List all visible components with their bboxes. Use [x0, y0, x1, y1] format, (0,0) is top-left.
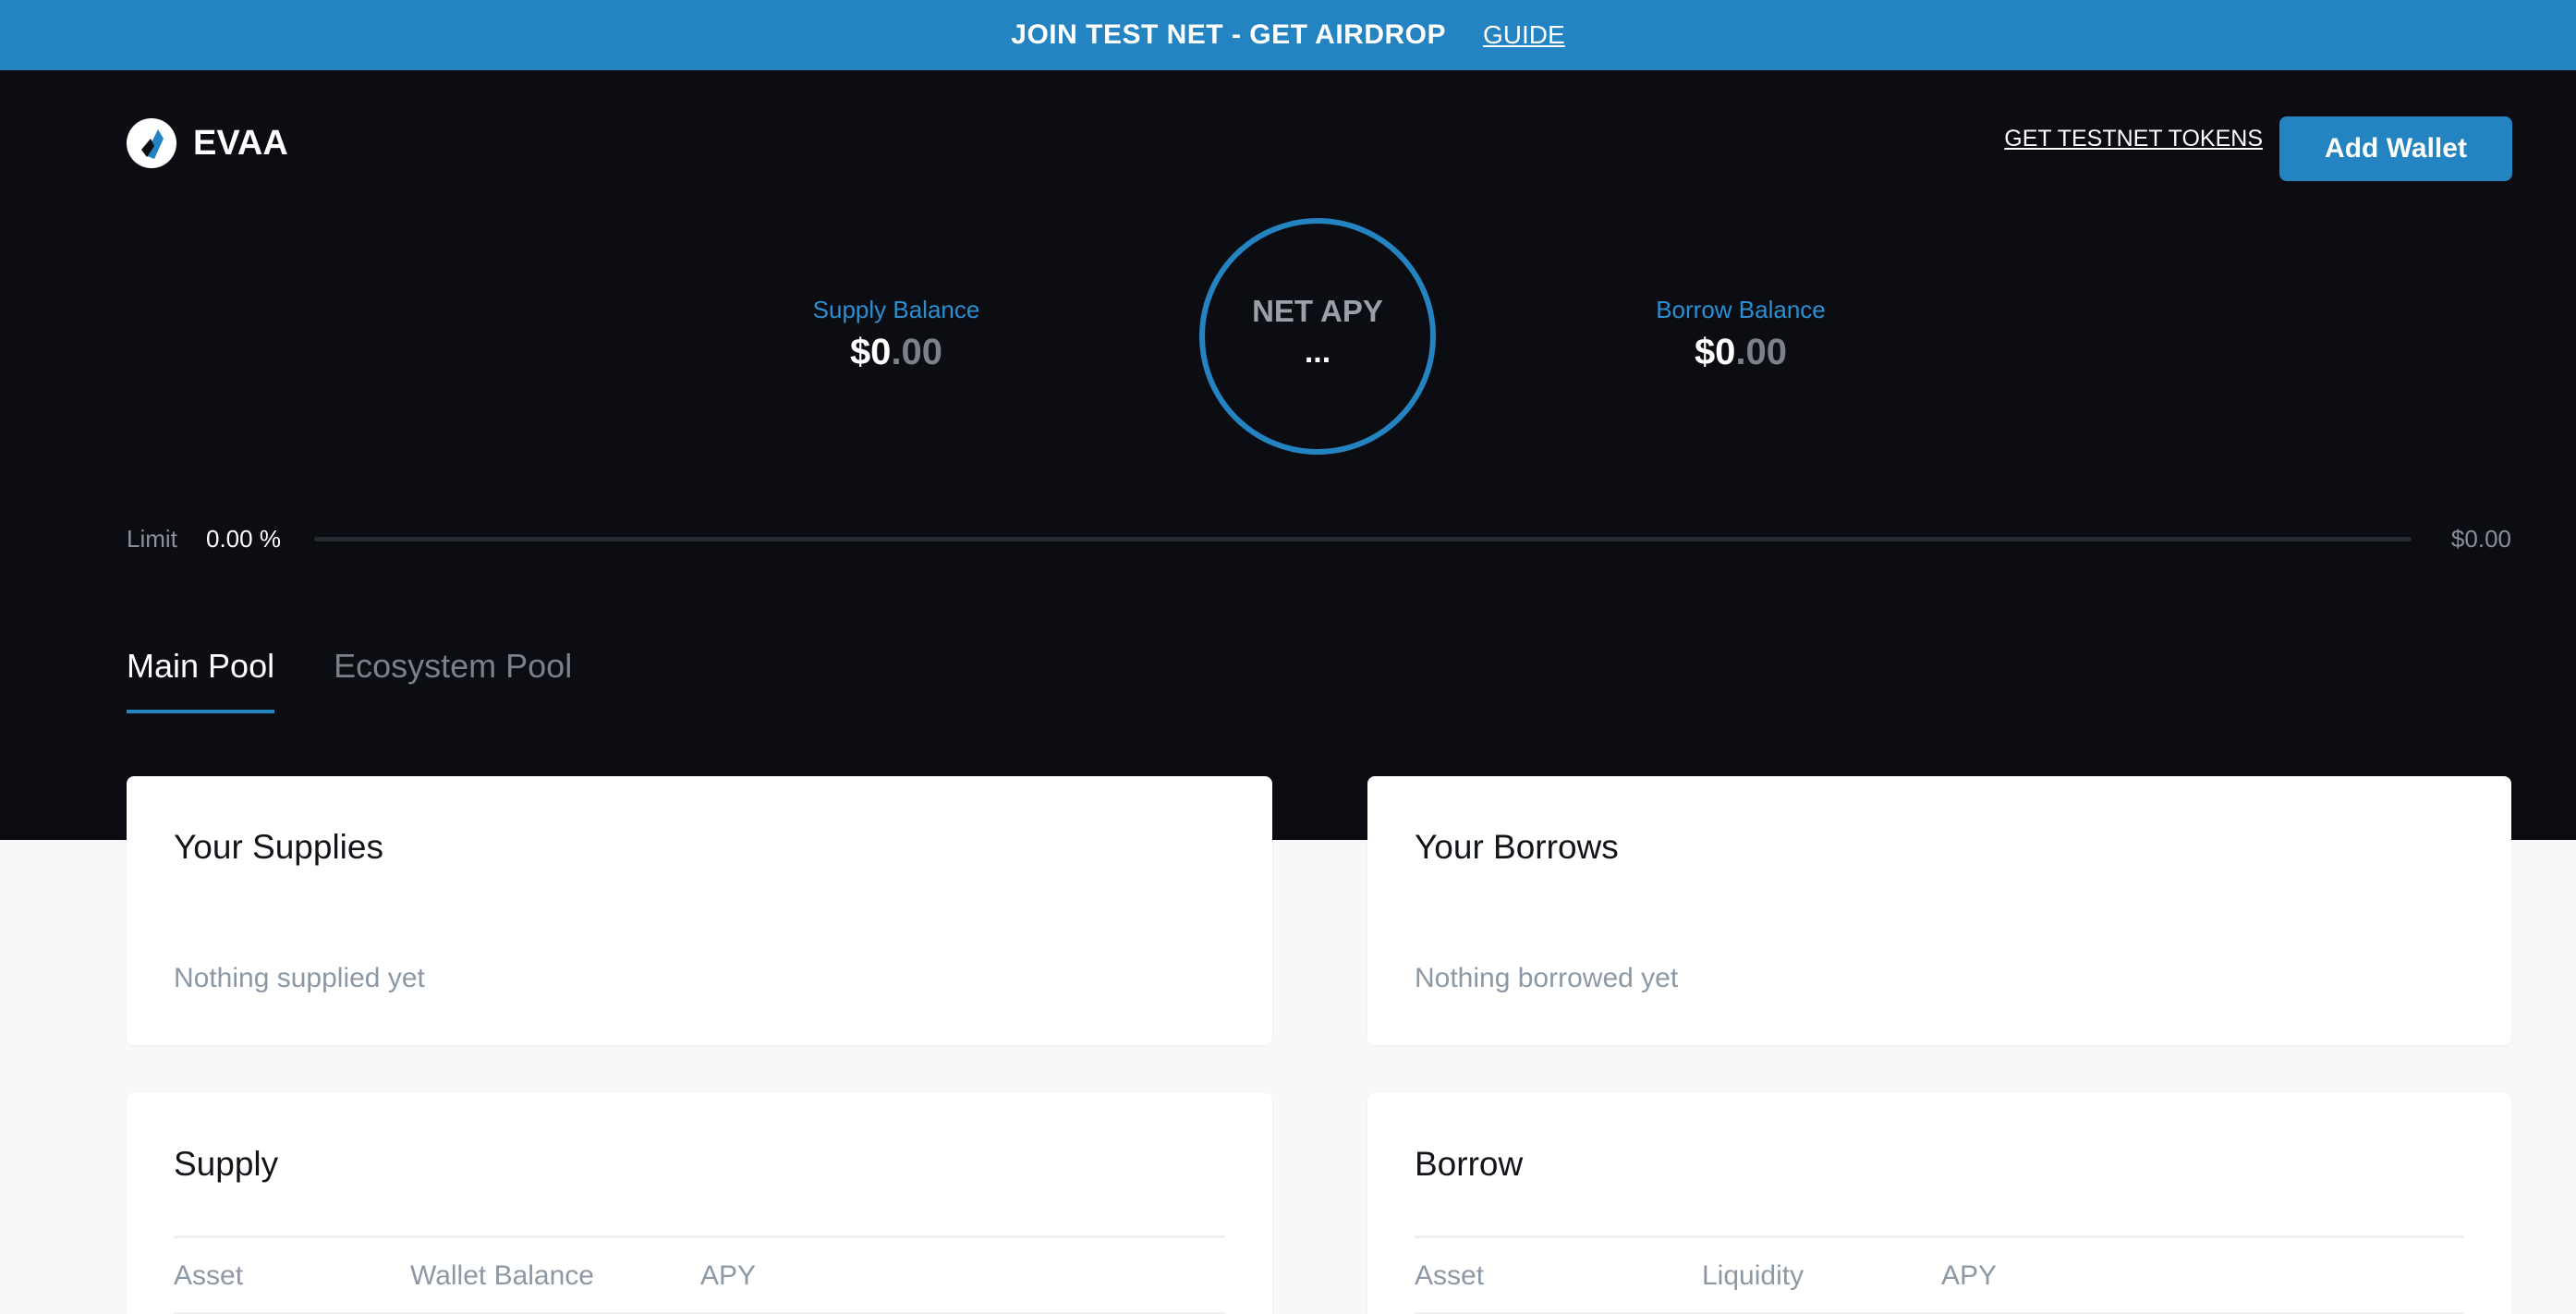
limit-percent: 0.00 %: [206, 525, 281, 553]
supply-balance: Supply Balance $0.00: [748, 296, 1044, 373]
borrow-balance-value: $0.00: [1593, 332, 1889, 373]
borrow-title: Borrow: [1415, 1145, 1524, 1183]
add-wallet-button[interactable]: Add Wallet: [2279, 116, 2512, 181]
tab-ecosystem-pool[interactable]: Ecosystem Pool: [334, 647, 572, 713]
supply-balance-whole: $0: [849, 332, 892, 372]
borrow-col-liquidity: Liquidity: [1702, 1260, 1804, 1291]
borrow-balance-cents: .00: [1735, 332, 1788, 372]
borrow-col-apy: APY: [1941, 1260, 1998, 1291]
supply-title: Supply: [174, 1145, 279, 1183]
supply-col-wallet-balance: Wallet Balance: [410, 1260, 594, 1291]
supply-balance-label: Supply Balance: [812, 296, 980, 323]
limit-progress-track: [314, 537, 2412, 541]
evaa-logo-icon: [127, 118, 176, 168]
supply-col-apy: APY: [700, 1260, 757, 1291]
net-apy-ring: NET APY ...: [1199, 218, 1436, 455]
borrow-balance-whole: $0: [1694, 332, 1736, 372]
borrow-limit-bar: Limit 0.00 % $0.00: [127, 525, 2511, 553]
borrow-card: Borrow Asset Liquidity APY: [1367, 1093, 2511, 1314]
your-borrows-title: Your Borrows: [1415, 828, 1619, 866]
supply-col-asset: Asset: [174, 1260, 244, 1291]
limit-label: Limit: [127, 525, 177, 553]
tab-main-pool[interactable]: Main Pool: [127, 647, 275, 713]
logo-text: EVAA: [193, 123, 288, 163]
logo[interactable]: EVAA: [127, 118, 288, 168]
pool-tabs: Main Pool Ecosystem Pool: [127, 647, 631, 713]
borrow-balance-label: Borrow Balance: [1656, 296, 1826, 323]
supply-table-header: Asset Wallet Balance APY: [174, 1235, 1225, 1314]
supply-balance-value: $0.00: [748, 332, 1044, 373]
net-apy-label: NET APY: [1252, 293, 1383, 328]
supply-card: Supply Asset Wallet Balance APY: [127, 1093, 1272, 1314]
get-testnet-tokens-link[interactable]: GET TESTNET TOKENS: [2004, 126, 2263, 152]
your-supplies-card: Your Supplies Nothing supplied yet: [127, 776, 1272, 1045]
guide-link[interactable]: GUIDE: [1483, 20, 1565, 50]
limit-amount: $0.00: [2450, 525, 2511, 553]
hero-section: [0, 70, 2576, 840]
your-borrows-empty: Nothing borrowed yet: [1415, 963, 1679, 993]
borrow-balance: Borrow Balance $0.00: [1593, 296, 1889, 373]
announcement-banner: JOIN TEST NET - GET AIRDROP GUIDE: [0, 0, 2576, 70]
borrow-col-asset: Asset: [1415, 1260, 1485, 1291]
borrow-table-header: Asset Liquidity APY: [1415, 1235, 2464, 1314]
net-apy-value: ...: [1304, 334, 1331, 370]
your-borrows-card: Your Borrows Nothing borrowed yet: [1367, 776, 2511, 1045]
your-supplies-title: Your Supplies: [174, 828, 383, 866]
supply-balance-cents: .00: [891, 332, 943, 372]
banner-title: JOIN TEST NET - GET AIRDROP: [1011, 19, 1447, 50]
your-supplies-empty: Nothing supplied yet: [174, 963, 425, 993]
